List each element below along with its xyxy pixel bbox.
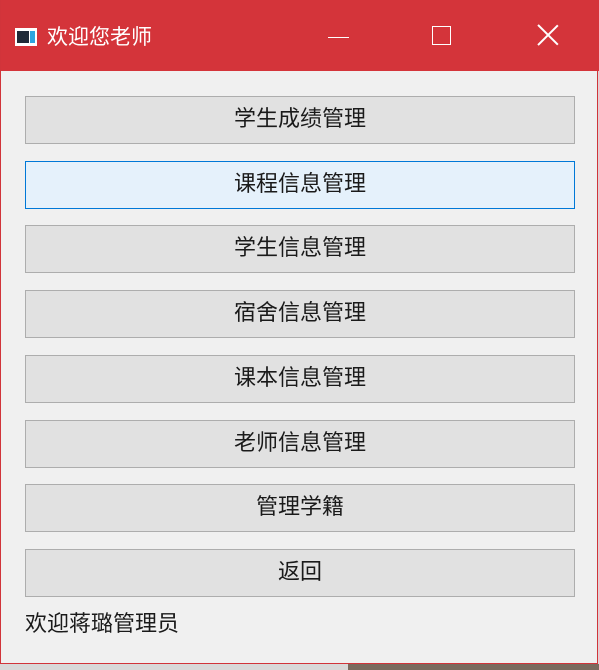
main-window: 欢迎您老师 学生成绩管理 课程信息管理 学生信息管理 宿舍信息管理 课本信息管理… bbox=[0, 0, 599, 664]
title-bar[interactable]: 欢迎您老师 bbox=[1, 0, 599, 71]
close-icon bbox=[537, 24, 559, 46]
minimize-button[interactable] bbox=[312, 12, 366, 60]
app-icon-dark-panel bbox=[17, 31, 29, 43]
close-button[interactable] bbox=[520, 12, 574, 60]
textbook-info-button[interactable]: 课本信息管理 bbox=[25, 355, 575, 403]
minimize-icon bbox=[328, 37, 349, 38]
maximize-button[interactable] bbox=[416, 12, 470, 60]
maximize-icon bbox=[432, 26, 451, 45]
background-window-edge bbox=[348, 664, 599, 670]
back-button[interactable]: 返回 bbox=[25, 549, 575, 597]
dorm-info-button[interactable]: 宿舍信息管理 bbox=[25, 290, 575, 338]
window-title: 欢迎您老师 bbox=[47, 25, 152, 49]
course-info-button[interactable]: 课程信息管理 bbox=[25, 161, 575, 209]
welcome-label: 欢迎蒋璐管理员 bbox=[25, 612, 180, 637]
student-grades-button[interactable]: 学生成绩管理 bbox=[25, 96, 575, 144]
teacher-info-button[interactable]: 老师信息管理 bbox=[25, 420, 575, 468]
app-icon[interactable] bbox=[15, 28, 37, 46]
student-info-button[interactable]: 学生信息管理 bbox=[25, 225, 575, 273]
app-icon-accent bbox=[30, 31, 35, 43]
student-status-button[interactable]: 管理学籍 bbox=[25, 484, 575, 532]
